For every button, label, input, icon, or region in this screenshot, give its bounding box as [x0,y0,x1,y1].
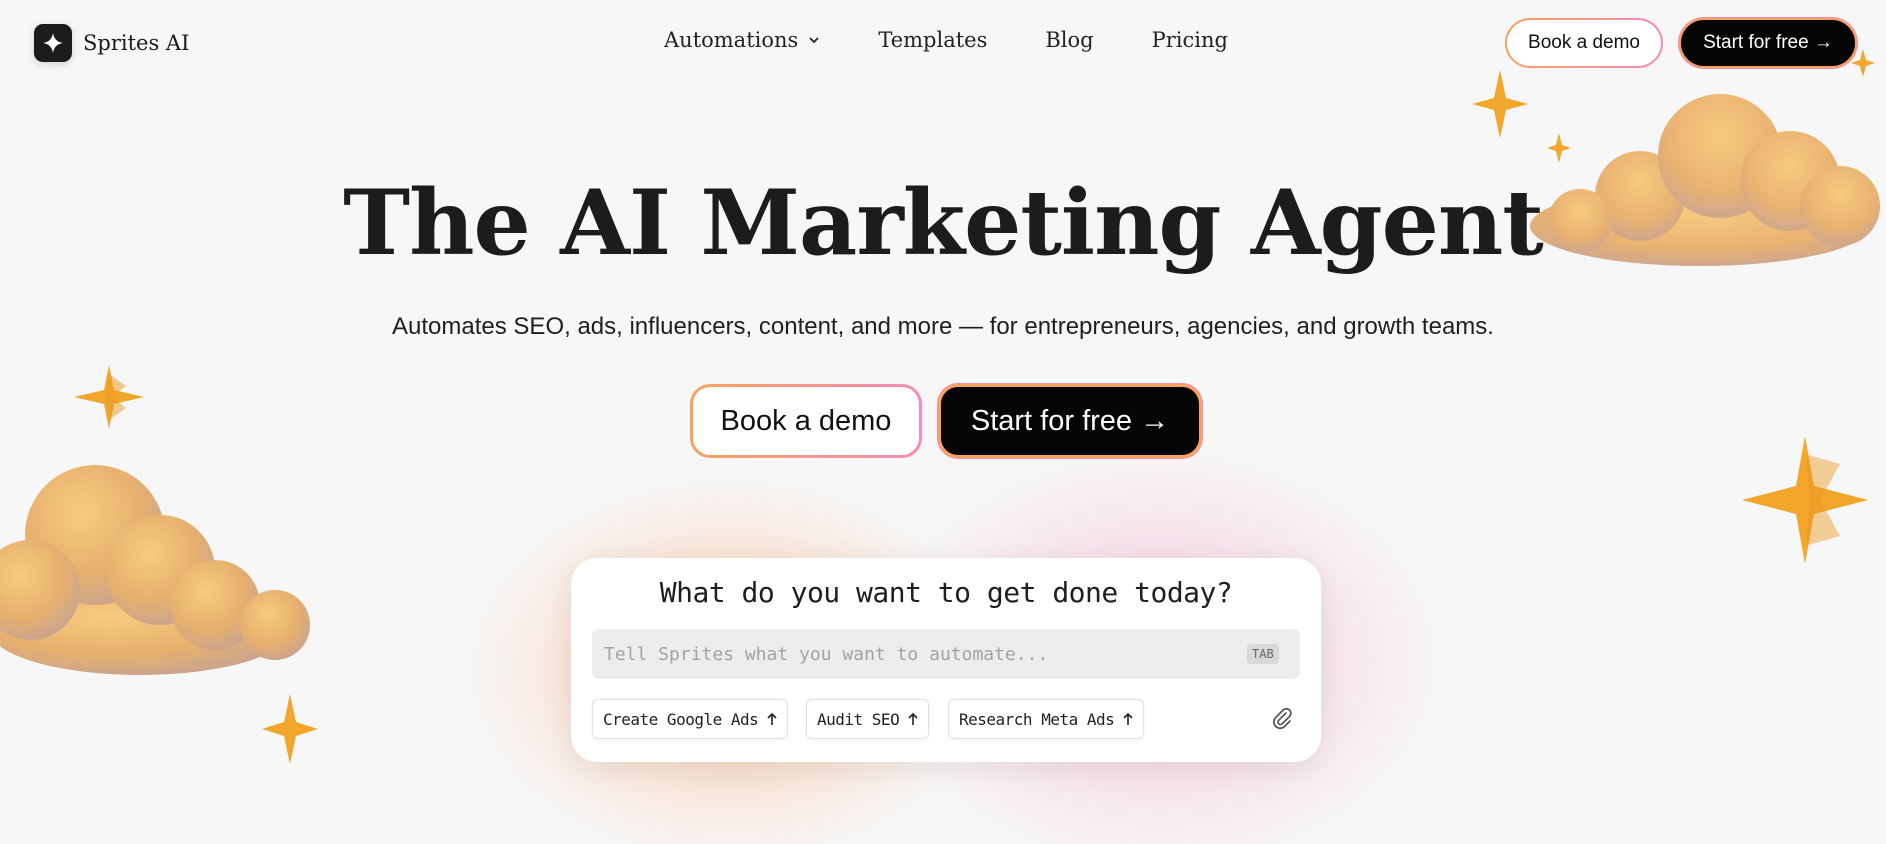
hero-title: The AI Marketing Agent [343,170,1544,276]
brand-home-link[interactable]: Sprites AI [34,24,189,62]
chip-label: Audit SEO [817,709,900,729]
star-illustration [262,694,318,764]
star-illustration [1547,133,1571,163]
tab-hint-badge: TAB [1247,644,1279,664]
nav-book-demo-button[interactable]: Book a demo [1505,18,1663,68]
arrow-up-icon [908,712,918,726]
nav-links: Automations Templates Blog Pricing [664,28,1228,52]
sparkle-logo-icon [34,24,72,62]
cloud-illustration-left [0,465,310,675]
paperclip-icon[interactable] [1271,706,1293,735]
prompt-input[interactable] [592,629,1300,679]
hero-book-demo-button[interactable]: Book a demo [690,384,922,458]
arrow-up-icon [1123,712,1133,726]
chip-audit-seo[interactable]: Audit SEO [806,699,930,739]
star-illustration [74,365,144,429]
nav-link-blog[interactable]: Blog [1045,28,1093,52]
prompt-card: What do you want to get done today? TAB … [571,558,1321,762]
navbar: Sprites AI Automations Templates Blog Pr… [0,0,1886,86]
nav-link-templates[interactable]: Templates [878,28,987,52]
chip-label: Create Google Ads [603,709,759,729]
chip-label: Research Meta Ads [959,709,1115,729]
chip-create-google-ads[interactable]: Create Google Ads [592,699,789,739]
arrow-up-icon [767,712,777,726]
chip-research-meta-ads[interactable]: Research Meta Ads [948,699,1145,739]
nav-start-free-button[interactable]: Start for free → [1679,18,1857,68]
brand-name: Sprites AI [83,31,190,55]
nav-link-pricing[interactable]: Pricing [1152,28,1228,52]
nav-link-label: Automations [664,28,799,52]
hero-start-free-button[interactable]: Start for free → [938,384,1202,458]
star-illustration [1742,436,1868,564]
chevron-down-icon [808,36,820,44]
hero-subtitle: Automates SEO, ads, influencers, content… [392,313,1494,340]
prompt-card-title: What do you want to get done today? [659,576,1233,609]
nav-link-automations[interactable]: Automations [664,28,820,52]
